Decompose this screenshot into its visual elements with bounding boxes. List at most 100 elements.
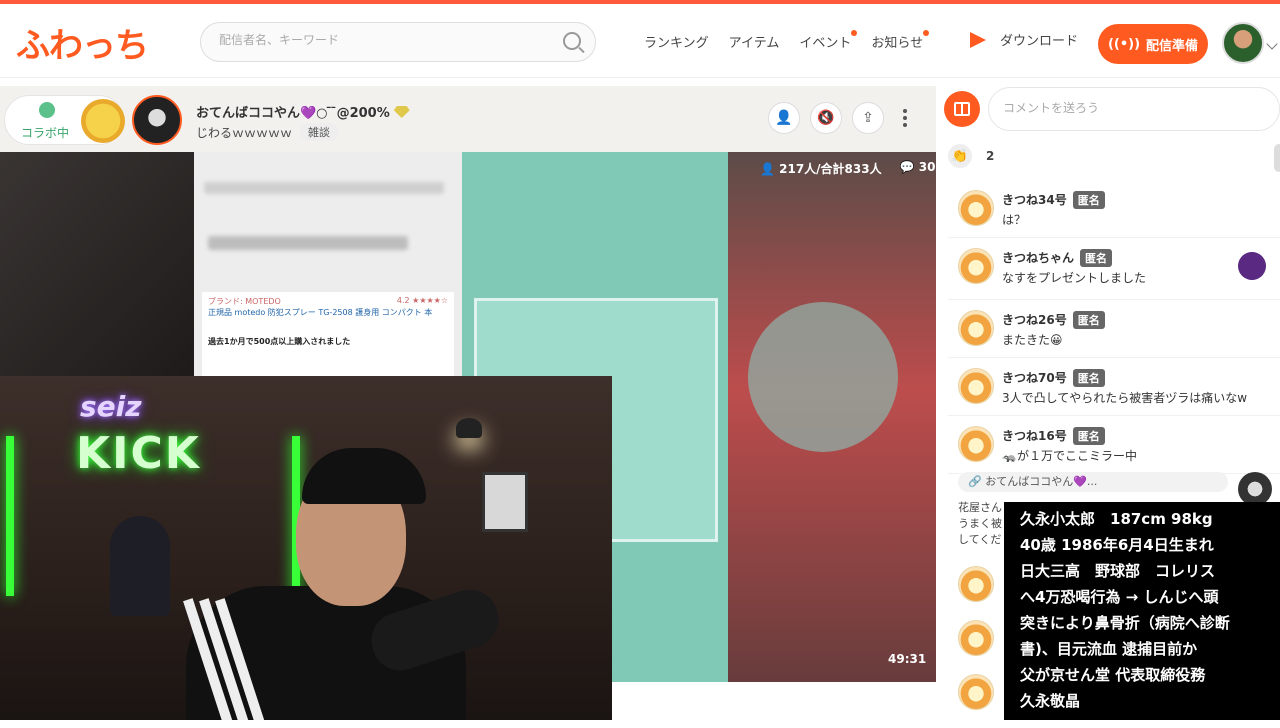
site-logo[interactable]: ふわっち [16,18,149,67]
gift-button[interactable] [944,91,980,127]
caption-line: 書)、目元流血 逮捕目前か [1020,640,1198,658]
anon-badge: 匿名 [1072,191,1105,209]
neon-light [6,436,14,596]
stream-subtitle: じわるｗｗｗｗｗ [196,125,293,140]
search-box[interactable] [200,22,596,62]
seated-person [110,516,170,616]
mute-button[interactable]: 🔇 [810,102,842,134]
caption-line: 久永小太郎 187cm 98kg [1020,510,1213,528]
collab-host-avatar[interactable] [1238,472,1272,506]
product-sold: 過去1か月で500点以上購入されました [208,337,351,346]
commenter-avatars [958,566,994,728]
chevron-down-icon[interactable] [1266,38,1278,50]
caption-line: 突きにより鼻骨折（病院へ診断 [1020,614,1230,632]
share-icon: ⇪ [862,110,874,126]
clap-icon: 👏 [948,144,972,168]
product-title: 正規品 motedo 防犯スプレー TG-2508 護身用 コンパクト 本 [208,308,433,317]
side-tab[interactable] [1274,144,1280,172]
commenter-avatar [958,368,994,404]
follow-button[interactable]: 👤 [768,102,800,134]
diamond-icon [393,106,410,118]
video-blur-right [728,152,936,682]
nav-news[interactable]: お知らせ [871,30,930,51]
caption-line: へ4万恐喝行為 → しんじへ頭 [1020,588,1219,606]
search-input[interactable] [219,33,549,47]
commenter-avatar [958,566,994,602]
comment-text: 🦡が１万でここミラー中 [1002,449,1137,463]
comment-input[interactable] [1003,101,1263,115]
commenter-avatar [958,426,994,462]
share-button[interactable]: ⇪ [852,102,884,134]
nav-items[interactable]: アイテム [729,32,780,51]
broadcast-icon: ((•)) [1107,36,1141,52]
clap-counter[interactable]: 👏 2 [948,144,994,168]
add-user-icon: 👤 [775,110,793,126]
anon-badge: 匿名 [1080,249,1113,267]
streamer [176,416,466,720]
comment-list: きつね34号 匿名 は？ きつねちゃん 匿名 なすをプレゼントしました きつね26号… [948,180,1280,474]
nav-ranking-label: ランキング [644,36,709,51]
caption-line: 父が京せん堂 代表取締役務 [1020,666,1206,684]
viewer-stats: 👤 217人/合計833人 💬 303 [760,160,944,177]
commenter-name: きつね26号 匿名 [1002,311,1105,329]
commenter-avatar [958,674,994,710]
mute-icon: 🔇 [817,110,835,126]
main-nav: ランキング アイテム イベント お知らせ [644,30,943,51]
comment-item[interactable]: きつね26号 匿名 またきた😀 [948,300,1280,358]
nav-events[interactable]: イベント [799,30,858,51]
download-link[interactable]: ダウンロード [968,30,1078,49]
nav-items-label: アイテム [728,36,780,51]
category-tag[interactable]: 雑談 [300,123,339,141]
app-play-icon [968,31,986,49]
webcam-overlay: seiz KICK [0,376,612,720]
commenter-name: きつねちゃん 匿名 [1002,249,1113,267]
user-avatar[interactable] [1222,22,1264,64]
comment-item[interactable]: きつね70号 匿名 3人で凸してやられたら被害者ヅラは痛いなw [948,358,1280,416]
comment-text: またきた😀 [1002,333,1063,347]
stream-title-text: おてんばココやん💜○ ̄ ̄@200% [196,106,390,121]
video-shop-panel: ブランド: MOTEDO 4.2 ★★★★☆ 正規品 motedo 防犯スプレー… [194,152,462,382]
host-avatar[interactable] [132,95,182,145]
caption-line: 日大三高 野球部 コレリス [1020,562,1216,580]
viewer-count: 👤 217人/合計833人 [760,162,882,176]
comment-text: は？ [1002,213,1027,227]
comment-item[interactable]: きつね34号 匿名 は？ [948,180,1280,238]
caption-line: 40歳 1986年6月4日生まれ [1020,536,1214,554]
notification-dot [851,30,858,36]
nav-ranking[interactable]: ランキング [644,32,709,51]
caption-line: 久永敬晶 [1020,692,1081,710]
stream-duration: 49:31 [888,652,927,666]
gift-icon [954,102,970,116]
anon-badge: 匿名 [1072,369,1105,387]
collab-partner-avatar[interactable] [81,99,125,143]
video-bottom-bar [612,688,926,720]
link-icon: 🔗 [968,475,986,488]
collab-label: コラボ中 [21,126,70,140]
comment-item[interactable]: きつねちゃん 匿名 なすをプレゼントしました [948,238,1280,300]
comment-count: 💬 303 [899,160,944,174]
comment-item[interactable]: きつね16号 匿名 🦡が１万でここミラー中 [948,416,1280,474]
clap-count: 2 [986,149,995,163]
collab-message-bar[interactable]: 🔗 おてんばココやん💜... [958,472,1228,492]
anon-badge: 匿名 [1072,427,1105,445]
partial-comment-text: 花屋さん うまく被 してくだ [958,501,1002,546]
more-menu-button[interactable] [898,106,912,130]
broadcast-prepare-button[interactable]: ((•)) 配信準備 [1098,24,1208,64]
nav-news-label: お知らせ [871,36,924,51]
collab-badge[interactable]: コラボ中 [4,95,125,145]
anon-badge: 匿名 [1072,311,1105,329]
stream-actions: 👤 🔇 ⇪ [768,102,884,134]
profile-caption-overlay: 久永小太郎 187cm 98kg 40歳 1986年6月4日生まれ 日大三高 野… [1004,502,1280,720]
commenter-avatar [958,248,994,284]
commenter-avatar [958,190,994,226]
comment-text: 3人で凸してやられたら被害者ヅラは痛いなw [1002,391,1248,405]
commenter-avatar [958,620,994,656]
collab-message-text: おてんばココやん💜... [985,475,1098,488]
site-header: ふわっち ランキング アイテム イベント お知らせ ダウンロード ((•)) 配… [0,4,1280,78]
comment-box[interactable] [988,87,1280,131]
commenter-name: きつね16号 匿名 [1002,427,1105,445]
comment-text: なすをプレゼントしました [1002,271,1147,285]
broadcast-label: 配信準備 [1146,38,1199,54]
search-icon[interactable] [563,32,581,50]
product-card: ブランド: MOTEDO 4.2 ★★★★☆ 正規品 motedo 防犯スプレー… [202,292,454,382]
